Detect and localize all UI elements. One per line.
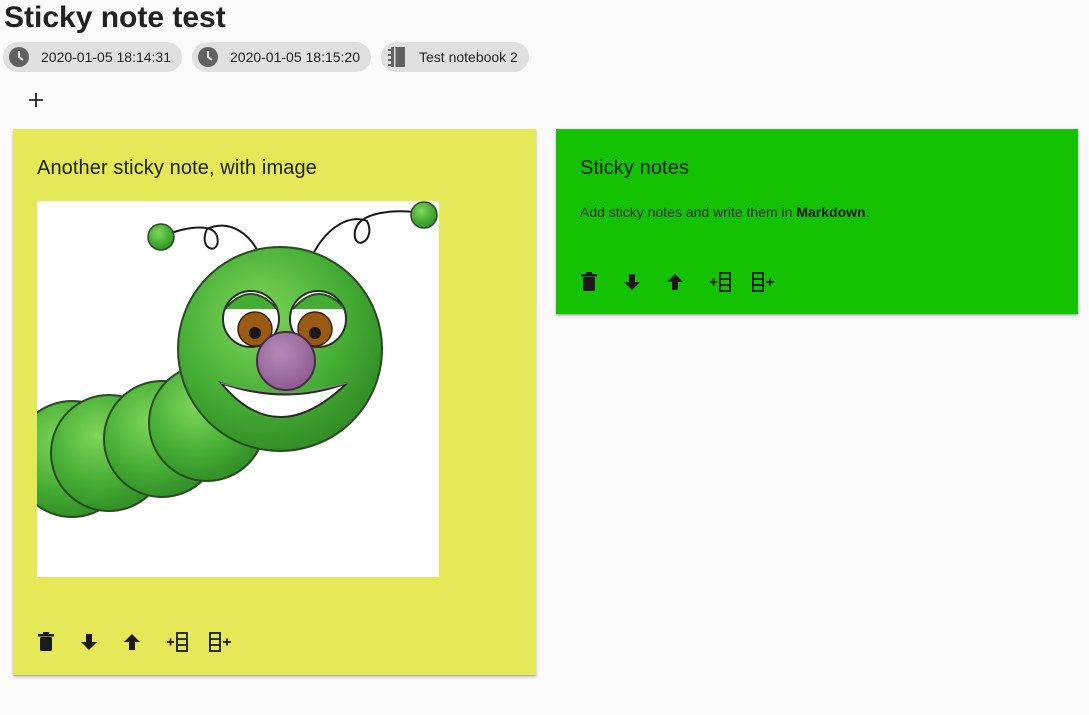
note-body-text-end: . [865, 204, 870, 220]
note-body-text: Add sticky notes and write them in [580, 204, 797, 220]
page-title: Sticky note test [4, 1, 226, 34]
move-up-icon [667, 274, 683, 290]
notebook-icon [386, 46, 408, 68]
move-up-button[interactable] [664, 269, 707, 295]
insert-before-button[interactable] [164, 629, 207, 655]
clock-icon [8, 46, 30, 68]
add-note-button[interactable] [22, 86, 50, 114]
move-down-button[interactable] [78, 629, 121, 655]
insert-after-icon [752, 272, 774, 292]
sticky-note[interactable]: Another sticky note, with image [13, 129, 536, 675]
clock-icon [197, 46, 219, 68]
note-actions [578, 269, 793, 295]
move-down-icon [81, 634, 97, 650]
move-up-button[interactable] [121, 629, 164, 655]
insert-after-icon [209, 632, 231, 652]
note-actions [35, 629, 250, 655]
note-body: Add sticky notes and write them in Markd… [580, 204, 869, 220]
delete-icon [38, 632, 54, 651]
move-up-icon [124, 634, 140, 650]
note-title: Sticky notes [580, 157, 690, 179]
move-down-button[interactable] [621, 269, 664, 295]
delete-button[interactable] [35, 629, 78, 655]
note-title: Another sticky note, with image [37, 157, 317, 179]
sticky-note[interactable]: Sticky notes Add sticky notes and write … [556, 129, 1078, 314]
note-body-bold: Markdown [796, 204, 866, 220]
chip-label: 2020-01-05 18:15:20 [230, 49, 360, 65]
delete-button[interactable] [578, 269, 621, 295]
insert-before-icon [167, 632, 188, 652]
caterpillar-image [37, 201, 439, 577]
insert-after-button[interactable] [207, 629, 250, 655]
move-down-icon [624, 274, 640, 290]
plus-icon [29, 93, 43, 107]
metadata-chips: 2020-01-05 18:14:31 2020-01-05 18:15:20 … [3, 42, 529, 72]
chip-label: Test notebook 2 [419, 49, 518, 65]
insert-before-button[interactable] [707, 269, 750, 295]
notebook-chip[interactable]: Test notebook 2 [381, 42, 529, 72]
created-date-chip[interactable]: 2020-01-05 18:14:31 [3, 42, 182, 72]
modified-date-chip[interactable]: 2020-01-05 18:15:20 [192, 42, 371, 72]
delete-icon [581, 272, 597, 291]
insert-before-icon [710, 272, 731, 292]
chip-label: 2020-01-05 18:14:31 [41, 49, 171, 65]
insert-after-button[interactable] [750, 269, 793, 295]
